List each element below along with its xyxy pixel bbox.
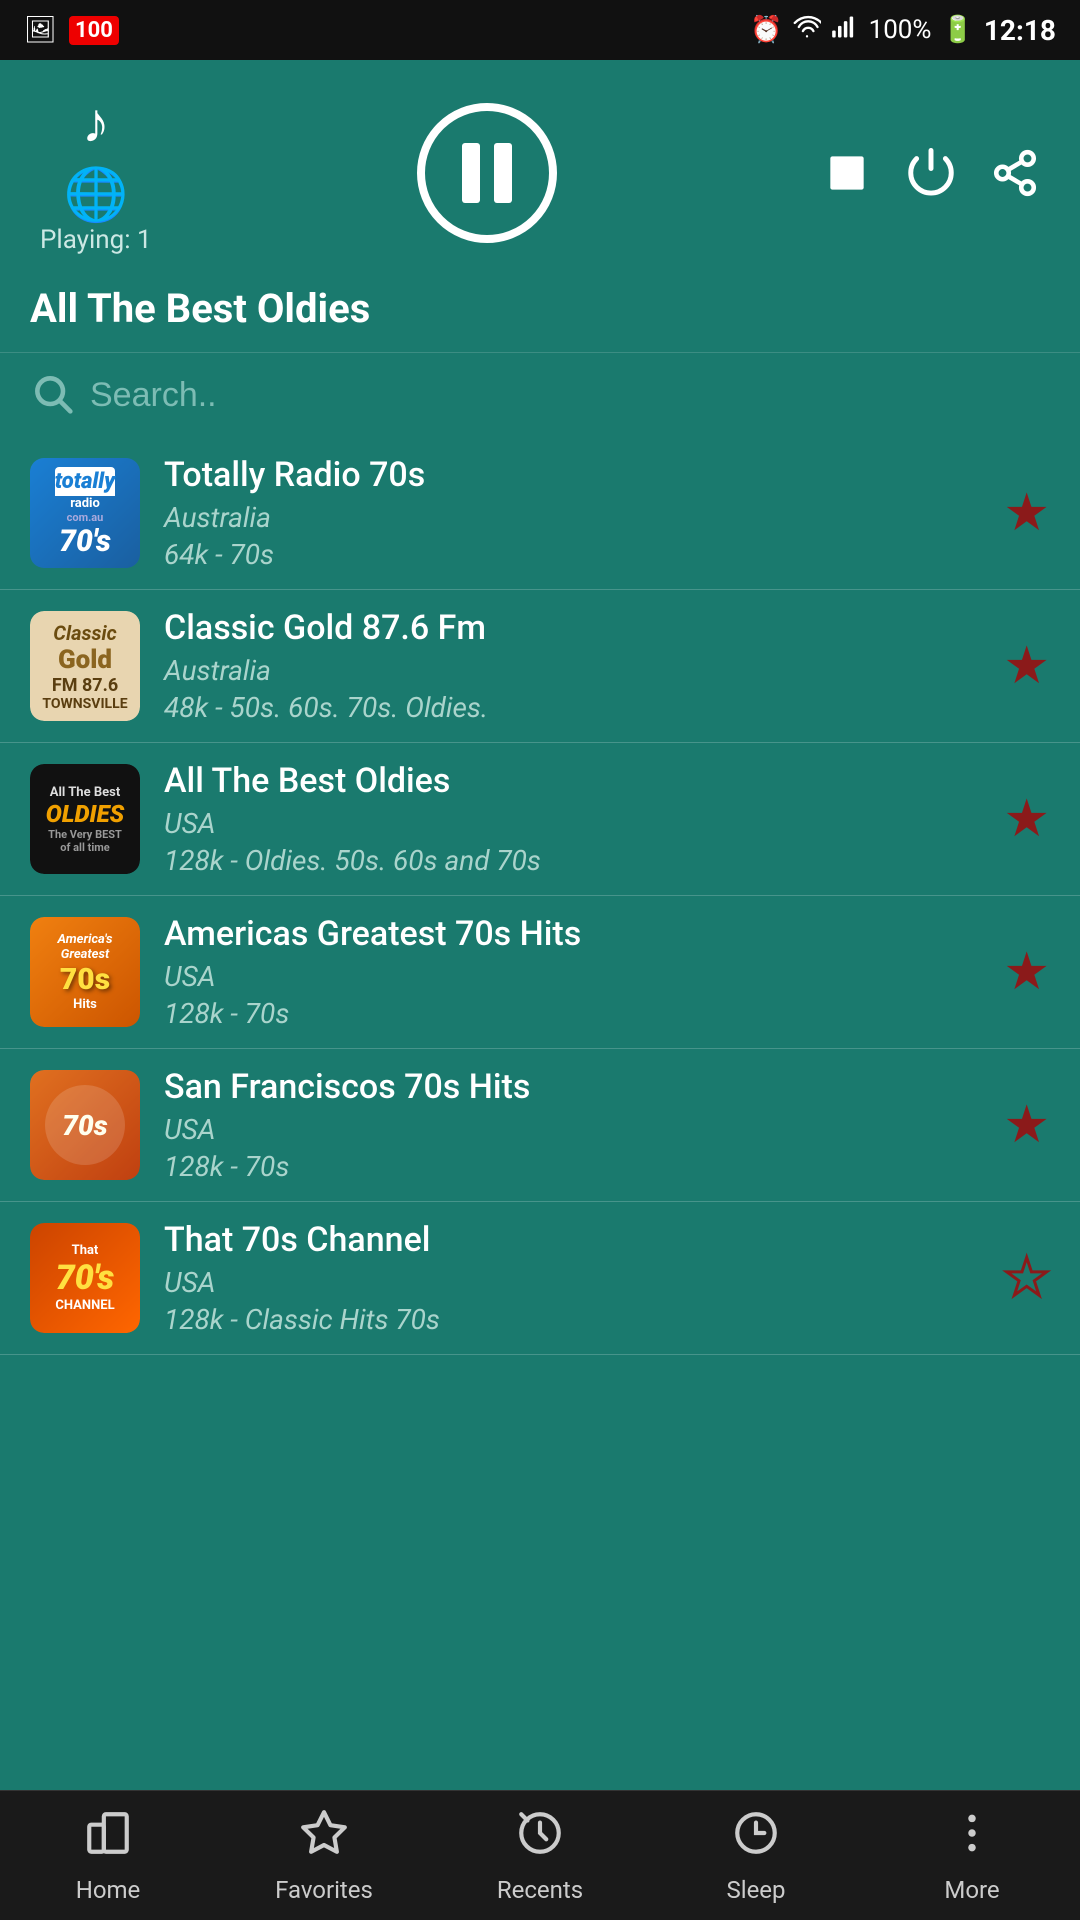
- music-note-icon: ♪: [82, 90, 110, 156]
- station-name-4: Americas Greatest 70s Hits: [164, 914, 979, 954]
- status-left: 🖼 100: [24, 15, 119, 45]
- station-country-3: USA: [164, 807, 979, 840]
- stop-button[interactable]: [822, 148, 872, 198]
- battery-icon: 🔋: [941, 15, 973, 45]
- station-info-6: That 70s Channel USA 128k - Classic Hits…: [164, 1220, 979, 1336]
- station-logo-1: totally radio com.au 70's: [30, 458, 140, 568]
- station-meta-1: 64k - 70s: [164, 538, 979, 571]
- home-icon: [83, 1808, 133, 1870]
- favorites-icon: [299, 1808, 349, 1870]
- station-logo-6: That 70's CHANNEL: [30, 1223, 140, 1333]
- status-bar: 🖼 100 ⏰ 100% 🔋 12:18: [0, 0, 1080, 60]
- list-item[interactable]: That 70's CHANNEL That 70s Channel USA 1…: [0, 1202, 1080, 1355]
- nav-favorites-label: Favorites: [275, 1876, 373, 1904]
- search-section: [0, 352, 1080, 437]
- list-item[interactable]: Classic Gold FM 87.6 TOWNSVILLE Classic …: [0, 590, 1080, 743]
- station-name-2: Classic Gold 87.6 Fm: [164, 608, 979, 648]
- bottom-nav: Home Favorites Recents Sleep: [0, 1790, 1080, 1920]
- search-input[interactable]: [90, 376, 1050, 415]
- favorite-button-1[interactable]: ★: [1003, 483, 1050, 543]
- station-info-3: All The Best Oldies USA 128k - Oldies. 5…: [164, 761, 979, 877]
- now-playing-section: All The Best Oldies: [0, 275, 1080, 352]
- station-meta-6: 128k - Classic Hits 70s: [164, 1303, 979, 1336]
- battery-label: 100%: [869, 15, 932, 45]
- globe-icon: 🌐: [63, 164, 128, 225]
- station-info-2: Classic Gold 87.6 Fm Australia 48k - 50s…: [164, 608, 979, 724]
- power-button[interactable]: [904, 146, 958, 200]
- station-country-1: Australia: [164, 501, 979, 534]
- time-display: 12:18: [984, 14, 1056, 47]
- station-name-1: Totally Radio 70s: [164, 455, 979, 495]
- station-name-3: All The Best Oldies: [164, 761, 979, 801]
- alarm-icon: ⏰: [750, 15, 782, 45]
- nav-sleep[interactable]: Sleep: [648, 1808, 864, 1904]
- nav-recents-label: Recents: [497, 1876, 583, 1904]
- station-country-5: USA: [164, 1113, 979, 1146]
- player-right-icons: [822, 146, 1040, 200]
- list-item[interactable]: All The Best OLDIES The Very BEST of all…: [0, 743, 1080, 896]
- favorite-button-4[interactable]: ★: [1003, 942, 1050, 1002]
- wifi-icon: [793, 13, 821, 48]
- station-country-4: USA: [164, 960, 979, 993]
- playing-label: Playing: 1: [40, 225, 152, 255]
- station-info-1: Totally Radio 70s Australia 64k - 70s: [164, 455, 979, 571]
- recents-icon: [515, 1808, 565, 1870]
- station-meta-2: 48k - 50s. 60s. 70s. Oldies.: [164, 691, 979, 724]
- station-logo-5: 70s: [30, 1070, 140, 1180]
- station-logo-3: All The Best OLDIES The Very BEST of all…: [30, 764, 140, 874]
- nav-more-label: More: [944, 1876, 999, 1904]
- nav-more[interactable]: More: [864, 1808, 1080, 1904]
- share-button[interactable]: [990, 148, 1040, 198]
- player-center: [417, 103, 557, 243]
- favorite-button-3[interactable]: ★: [1003, 789, 1050, 849]
- favorite-button-6[interactable]: ★: [1003, 1248, 1050, 1308]
- nav-sleep-label: Sleep: [726, 1876, 785, 1904]
- list-item[interactable]: totally radio com.au 70's Totally Radio …: [0, 437, 1080, 590]
- station-meta-3: 128k - Oldies. 50s. 60s and 70s: [164, 844, 979, 877]
- list-item[interactable]: 70s San Franciscos 70s Hits USA 128k - 7…: [0, 1049, 1080, 1202]
- more-icon: [947, 1808, 997, 1870]
- station-country-2: Australia: [164, 654, 979, 687]
- photo-icon: 🖼: [24, 15, 57, 45]
- pause-icon: [462, 143, 512, 203]
- nav-home[interactable]: Home: [0, 1808, 216, 1904]
- nav-home-label: Home: [76, 1876, 141, 1904]
- favorite-button-2[interactable]: ★: [1003, 636, 1050, 696]
- station-info-4: Americas Greatest 70s Hits USA 128k - 70…: [164, 914, 979, 1030]
- signal-icon: [831, 13, 859, 48]
- pause-bar-right: [494, 143, 512, 203]
- favorite-button-5[interactable]: ★: [1003, 1095, 1050, 1155]
- nav-favorites[interactable]: Favorites: [216, 1808, 432, 1904]
- nav-recents[interactable]: Recents: [432, 1808, 648, 1904]
- now-playing-title: All The Best Oldies: [30, 285, 1050, 332]
- station-meta-4: 128k - 70s: [164, 997, 979, 1030]
- station-name-6: That 70s Channel: [164, 1220, 979, 1260]
- station-logo-2: Classic Gold FM 87.6 TOWNSVILLE: [30, 611, 140, 721]
- station-list: totally radio com.au 70's Totally Radio …: [0, 437, 1080, 1757]
- player-left-icons: ♪ 🌐 Playing: 1: [40, 90, 152, 255]
- player-header: ♪ 🌐 Playing: 1: [0, 60, 1080, 275]
- station-logo-4: America's Greatest 70s Hits: [30, 917, 140, 1027]
- sleep-icon: [731, 1808, 781, 1870]
- station-meta-5: 128k - 70s: [164, 1150, 979, 1183]
- station-country-6: USA: [164, 1266, 979, 1299]
- status-right: ⏰ 100% 🔋 12:18: [750, 13, 1056, 48]
- pause-button[interactable]: [417, 103, 557, 243]
- search-icon: [30, 371, 74, 419]
- list-item[interactable]: America's Greatest 70s Hits Americas Gre…: [0, 896, 1080, 1049]
- pause-bar-left: [462, 143, 480, 203]
- app-icon: 100: [69, 16, 119, 45]
- station-name-5: San Franciscos 70s Hits: [164, 1067, 979, 1107]
- station-info-5: San Franciscos 70s Hits USA 128k - 70s: [164, 1067, 979, 1183]
